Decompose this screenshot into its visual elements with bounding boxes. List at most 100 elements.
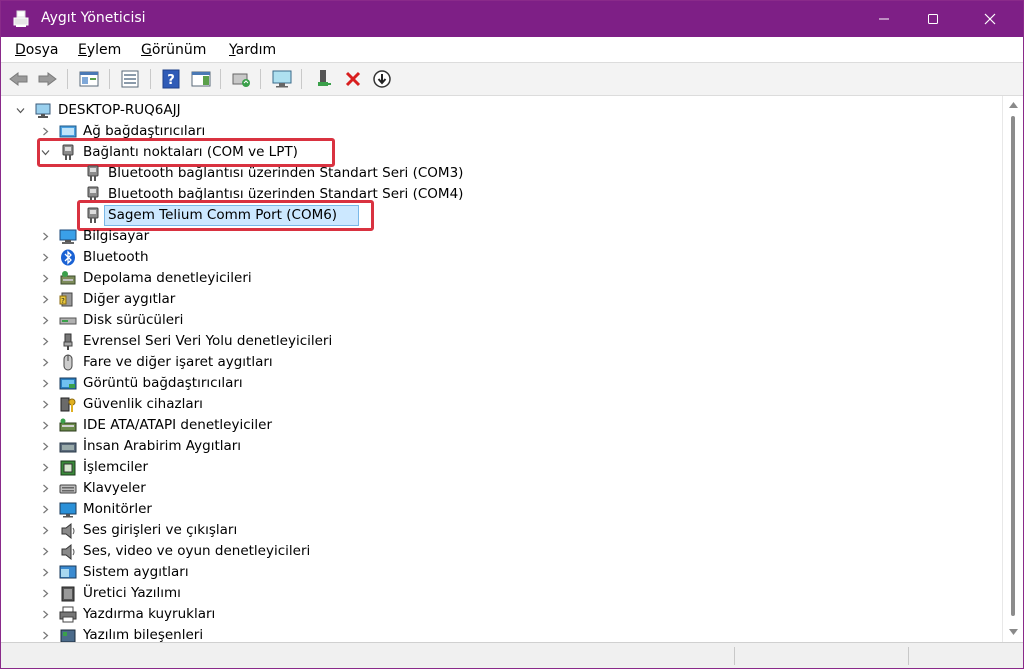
update-driver-button[interactable] [230,68,252,90]
back-button[interactable] [8,68,30,90]
tree-category[interactable]: Ses girişleri ve çıkışları [4,520,994,541]
chevron-right-icon[interactable] [41,631,50,640]
tree-category[interactable]: Monitörler [4,499,994,520]
tree-item-label: Ses girişleri ve çıkışları [83,522,238,538]
menu-bar: Dosya Eylem Görünüm Yardım [1,37,1023,62]
chevron-right-icon[interactable] [41,358,50,367]
system-device-icon [59,565,77,579]
action-pane-button[interactable] [190,68,212,90]
storage-controller-icon [60,271,76,285]
chevron-right-icon[interactable] [41,547,50,556]
show-hide-console-tree-icon [79,71,99,87]
properties-icon [121,70,139,88]
mouse-icon [63,354,73,371]
software-component-icon [60,629,76,642]
tree-category[interactable]: Bluetooth [4,247,994,268]
tree-device[interactable]: Bluetooth bağlantısı üzerinden Standart … [4,163,994,184]
device-manager-window: Aygıt Yöneticisi Dosya Eylem Görünüm Yar… [0,0,1024,669]
toolbar-separator [109,69,110,89]
close-button[interactable] [967,1,1013,37]
tree-category[interactable]: Disk sürücüleri [4,310,994,331]
minimize-button[interactable] [861,1,907,37]
chevron-right-icon[interactable] [41,589,50,598]
back-icon [9,72,28,86]
computer-icon [59,229,77,244]
tree-item-label: Sistem aygıtları [83,564,189,580]
tree-category[interactable]: Görüntü bağdaştırıcıları [4,373,994,394]
menu-dosya[interactable]: Dosya [15,42,59,58]
chevron-right-icon[interactable] [41,526,50,535]
tree-item-label: Yazılım bileşenleri [83,627,204,642]
tree-category[interactable]: IDE ATA/ATAPI denetleyiciler [4,415,994,436]
chevron-right-icon[interactable] [41,505,50,514]
tree-category[interactable]: İnsan Arabirim Aygıtları [4,436,994,457]
vertical-scrollbar[interactable] [1002,96,1023,642]
ide-controller-icon [59,418,77,432]
scrollbar-thumb[interactable] [1011,116,1015,616]
uninstall-device-icon [345,71,361,87]
chevron-right-icon[interactable] [41,253,50,262]
tree-category[interactable]: Ses, video ve oyun denetleyicileri [4,541,994,562]
chevron-right-icon[interactable] [41,274,50,283]
tree-item-label: Depolama denetleyicileri [83,270,252,286]
chevron-right-icon[interactable] [41,295,50,304]
chevron-right-icon[interactable] [41,379,50,388]
download-button[interactable] [371,68,393,90]
maximize-button[interactable] [910,1,956,37]
tree-category[interactable]: Üretici Yazılımı [4,583,994,604]
toolbar: ? [1,62,1023,96]
tree-category[interactable]: İşlemciler [4,457,994,478]
tree-category[interactable]: Depolama denetleyicileri [4,268,994,289]
chevron-right-icon[interactable] [41,232,50,241]
scan-hardware-button[interactable] [271,68,293,90]
show-hide-console-tree-button[interactable] [78,68,100,90]
chevron-right-icon[interactable] [41,442,50,451]
tree-category[interactable]: Sistem aygıtları [4,562,994,583]
speaker-icon [61,543,75,560]
tree-category[interactable]: Bilgisayar [4,226,994,247]
tree-category[interactable]: Fare ve diğer işaret aygıtları [4,352,994,373]
computer-root-icon [35,103,51,118]
chevron-right-icon[interactable] [41,610,50,619]
chevron-right-icon[interactable] [41,484,50,493]
tree-item-label: Disk sürücüleri [83,312,184,328]
firmware-icon [61,586,75,602]
chevron-right-icon[interactable] [41,568,50,577]
menu-gorunum[interactable]: Görünüm [141,42,206,58]
help-button[interactable]: ? [160,68,182,90]
enable-device-button[interactable] [313,68,335,90]
chevron-right-icon[interactable] [41,316,50,325]
chevron-right-icon[interactable] [41,127,50,136]
chevron-down-icon[interactable] [16,106,25,115]
forward-button[interactable] [36,68,58,90]
tree-category[interactable]: Yazılım bileşenleri [4,625,994,642]
tree-item-label: Evrensel Seri Veri Yolu denetleyicileri [83,333,333,349]
toolbar-separator [150,69,151,89]
tree-category[interactable]: ? Diğer aygıtlar [4,289,994,310]
properties-button[interactable] [119,68,141,90]
download-icon [373,70,391,88]
window-title: Aygıt Yöneticisi [41,10,146,26]
forward-icon [38,72,57,86]
menu-eylem[interactable]: Eylem [78,42,121,58]
chevron-right-icon[interactable] [41,400,50,409]
menu-yardim[interactable]: Yardım [229,42,276,58]
keyboard-icon [59,484,77,494]
toolbar-separator [220,69,221,89]
hid-icon [59,442,77,453]
tree-category[interactable]: Klavyeler [4,478,994,499]
uninstall-device-button[interactable] [342,68,364,90]
chevron-right-icon[interactable] [41,421,50,430]
tree-item-label: DESKTOP-RUQ6AJJ [58,102,181,118]
tree-category[interactable]: Yazdırma kuyrukları [4,604,994,625]
title-bar[interactable]: Aygıt Yöneticisi [1,1,1023,37]
tree-root-computer[interactable]: DESKTOP-RUQ6AJJ [4,100,994,121]
svg-text:?: ? [167,73,175,88]
chevron-right-icon[interactable] [41,463,50,472]
tree-item-label: Bluetooth bağlantısı üzerinden Standart … [108,165,464,181]
tree-category[interactable]: Güvenlik cihazları [4,394,994,415]
tree-item-label: IDE ATA/ATAPI denetleyiciler [83,417,273,433]
other-devices-icon: ? [59,292,73,307]
tree-category[interactable]: Evrensel Seri Veri Yolu denetleyicileri [4,331,994,352]
chevron-right-icon[interactable] [41,337,50,346]
